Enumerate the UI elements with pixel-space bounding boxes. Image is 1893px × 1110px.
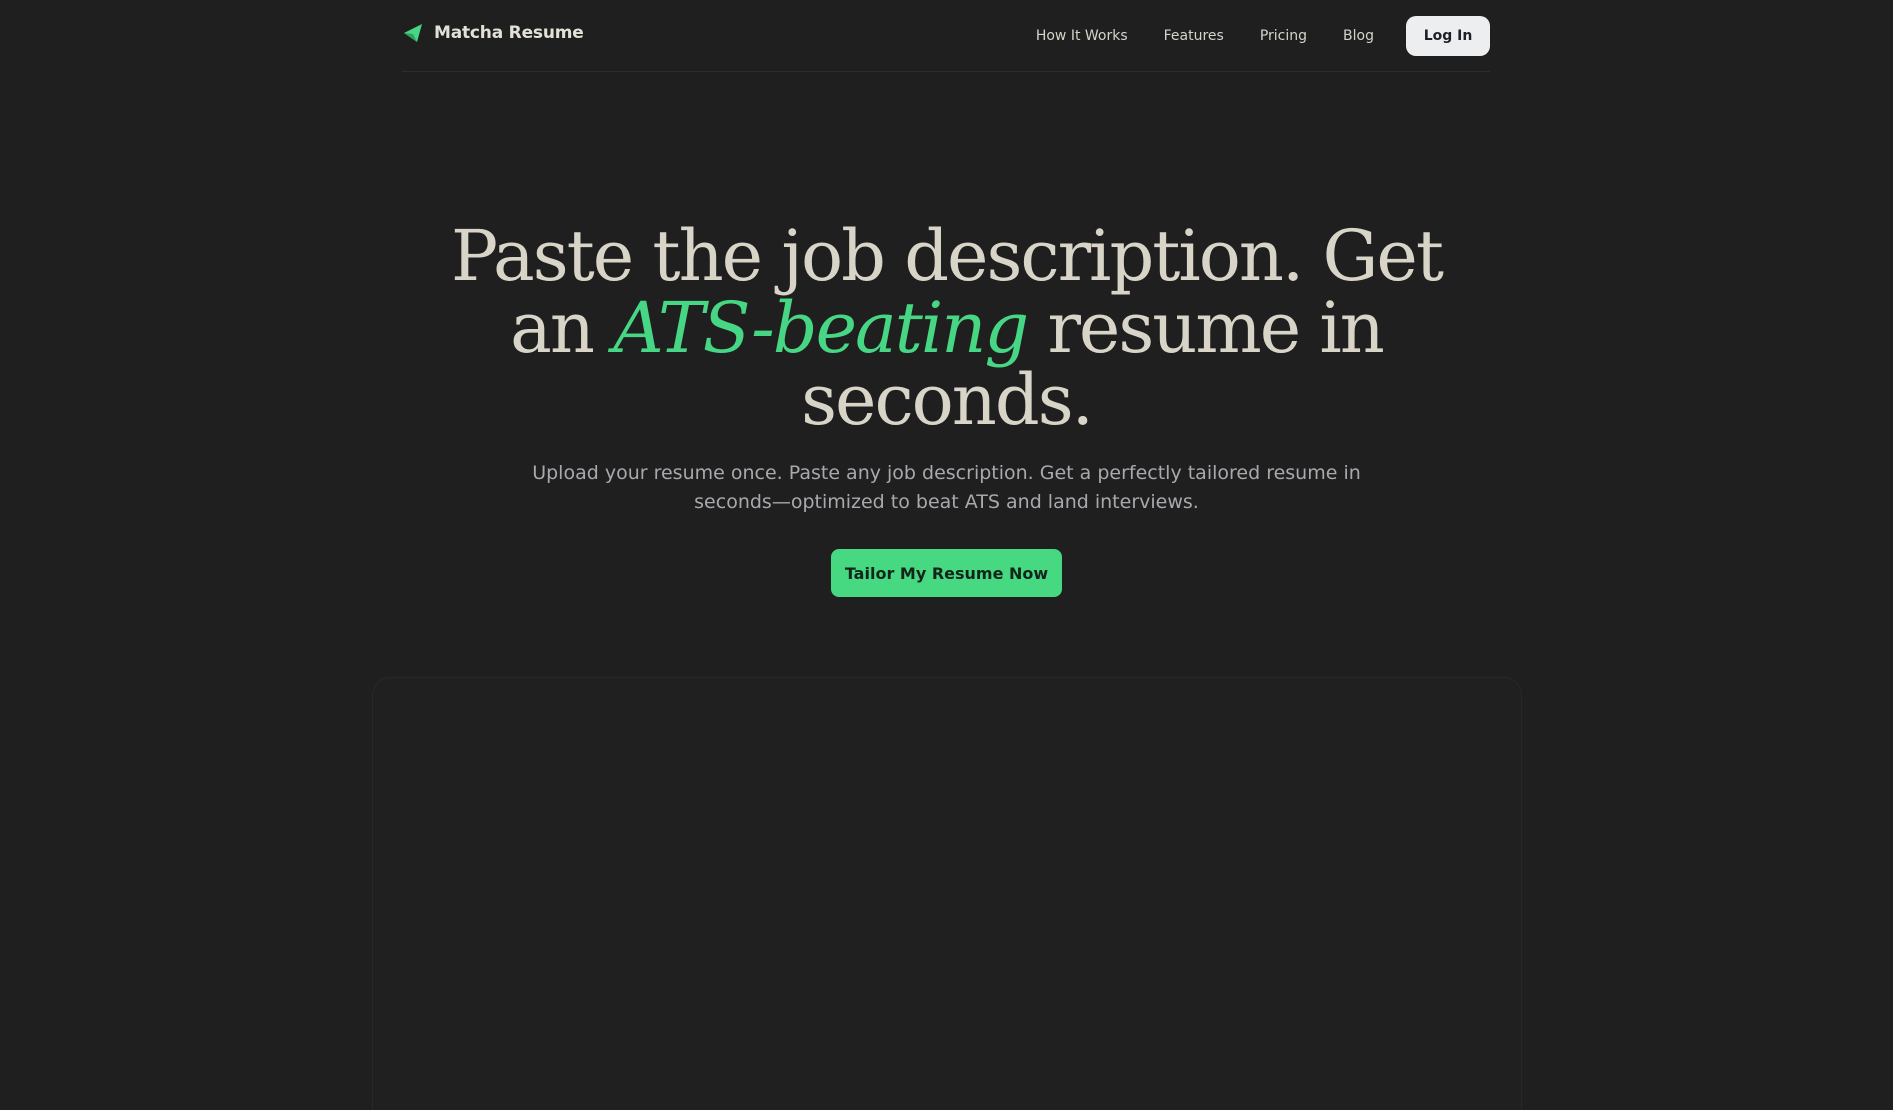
nav-link-blog[interactable]: Blog <box>1343 28 1374 44</box>
tailor-resume-button[interactable]: Tailor My Resume Now <box>831 549 1062 597</box>
hero-title-line2-pre: an <box>510 287 614 369</box>
login-button[interactable]: Log In <box>1406 16 1490 56</box>
hero-title-line3: seconds. <box>801 359 1094 441</box>
product-preview-panel <box>372 677 1522 1110</box>
nav-links: How It Works Features Pricing Blog Log I… <box>1036 16 1490 56</box>
paper-plane-icon <box>404 24 422 42</box>
hero-title-line2-post: resume in <box>1027 287 1384 369</box>
nav-link-features[interactable]: Features <box>1164 28 1224 44</box>
hero-title-accent: ATS-beating <box>613 287 1029 369</box>
hero-title-line1: Paste the job description. Get <box>451 215 1444 297</box>
nav-link-how-it-works[interactable]: How It Works <box>1036 28 1128 44</box>
hero-title: Paste the job description. Get an ATS-be… <box>0 220 1893 436</box>
brand-logo-link[interactable]: Matcha Resume <box>402 22 584 44</box>
brand-name: Matcha Resume <box>434 23 584 43</box>
top-navbar: Matcha Resume How It Works Features Pric… <box>402 0 1490 72</box>
nav-link-pricing[interactable]: Pricing <box>1260 28 1307 44</box>
hero-subtitle: Upload your resume once. Paste any job d… <box>532 462 1361 513</box>
